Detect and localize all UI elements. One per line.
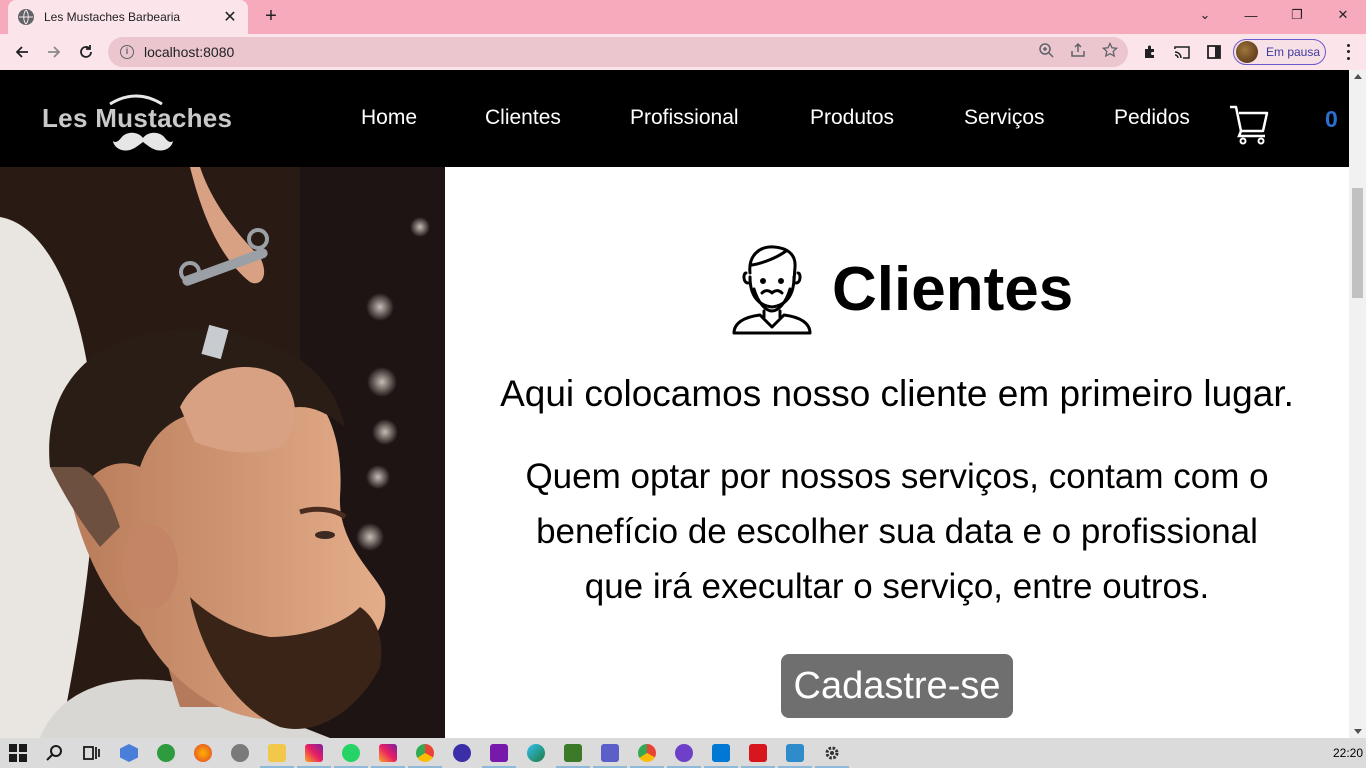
site-logo[interactable]: Les Mustaches xyxy=(42,92,254,158)
browser-tab-bar: Les Mustaches Barbearia ✕ + ⌄ — ❐ ✕ xyxy=(0,0,1366,34)
start-icon[interactable] xyxy=(9,744,27,762)
browser-tab[interactable]: Les Mustaches Barbearia ✕ xyxy=(8,0,248,34)
nav-clientes[interactable]: Clientes xyxy=(485,106,561,130)
reload-button[interactable] xyxy=(74,40,98,64)
whatsapp-icon[interactable] xyxy=(231,744,249,762)
forward-button[interactable] xyxy=(42,40,66,64)
nav-servicos[interactable]: Serviços xyxy=(964,106,1045,130)
tab-close-icon[interactable]: ✕ xyxy=(222,7,238,27)
acrobat-icon[interactable] xyxy=(741,744,775,768)
description-line: benefício de escolher sua data e o profi… xyxy=(536,512,1258,551)
minimize-button[interactable]: — xyxy=(1228,0,1274,30)
firefox-icon[interactable] xyxy=(194,744,212,762)
nav-produtos[interactable]: Produtos xyxy=(810,106,894,130)
extensions-icon[interactable] xyxy=(1140,42,1160,62)
app-icon[interactable] xyxy=(556,744,590,768)
chrome-icon[interactable] xyxy=(630,744,664,768)
nav-home[interactable]: Home xyxy=(361,106,417,130)
settings-icon[interactable] xyxy=(815,744,849,768)
nav-profissional[interactable]: Profissional xyxy=(630,106,739,130)
app-icon[interactable] xyxy=(453,744,471,762)
app-icon[interactable] xyxy=(157,744,175,762)
file-explorer-icon[interactable] xyxy=(260,744,294,768)
browser-toolbar: i localhost:8080 Em pausa xyxy=(0,34,1366,70)
clock: 22:20 xyxy=(1333,746,1364,760)
share-icon[interactable] xyxy=(1069,41,1087,59)
description-line: que irá execultar o serviço, entre outro… xyxy=(584,567,1210,606)
cart-count: 0 xyxy=(1325,106,1338,132)
search-icon[interactable] xyxy=(46,744,64,762)
bookmark-star-icon[interactable] xyxy=(1101,41,1119,59)
page-scrollbar[interactable] xyxy=(1349,70,1366,738)
profile-status: Em pausa xyxy=(1266,45,1321,59)
section-heading: Clientes xyxy=(730,243,1073,335)
whatsapp-icon[interactable] xyxy=(334,744,368,768)
address-bar[interactable]: i localhost:8080 xyxy=(108,37,1128,67)
teams-icon[interactable] xyxy=(593,744,627,768)
scroll-up-icon[interactable] xyxy=(1354,74,1362,79)
tab-search-icon[interactable]: ⌄ xyxy=(1182,0,1228,30)
app-icon[interactable] xyxy=(778,744,812,768)
onenote-icon[interactable] xyxy=(482,744,516,768)
back-button[interactable] xyxy=(10,40,34,64)
shopping-cart-icon[interactable] xyxy=(1228,103,1270,145)
logo-text: Les Mustaches xyxy=(42,103,233,133)
zoom-icon[interactable] xyxy=(1037,41,1055,59)
restore-button[interactable]: ❐ xyxy=(1274,0,1320,30)
github-icon[interactable] xyxy=(667,744,701,768)
tab-title: Les Mustaches Barbearia xyxy=(44,10,181,24)
vscode-icon[interactable] xyxy=(704,744,738,768)
site-info-icon[interactable]: i xyxy=(120,45,134,59)
globe-icon xyxy=(18,9,34,25)
scrollbar-thumb[interactable] xyxy=(1352,188,1363,298)
description-line: Quem optar por nossos serviços, contam c… xyxy=(525,457,1269,496)
clientes-section: Clientes Aqui colocamos nosso cliente em… xyxy=(445,167,1349,738)
edge-icon[interactable] xyxy=(527,744,545,762)
instagram-icon[interactable] xyxy=(297,744,331,768)
intro-text: Aqui colocamos nosso cliente em primeiro… xyxy=(500,373,1294,414)
site-header: Les Mustaches Home Clientes Profissional… xyxy=(0,70,1349,167)
browser-menu-icon[interactable] xyxy=(1340,42,1356,62)
scroll-down-icon[interactable] xyxy=(1354,729,1362,734)
avatar xyxy=(1236,41,1258,63)
page-title: Clientes xyxy=(832,254,1074,324)
side-panel-icon[interactable] xyxy=(1204,42,1224,62)
page-viewport: Les Mustaches Home Clientes Profissional… xyxy=(0,70,1349,738)
close-window-button[interactable]: ✕ xyxy=(1320,0,1366,30)
signup-button[interactable]: Cadastre-se xyxy=(781,654,1013,718)
os-taskbar: 22:20 xyxy=(0,738,1366,768)
chrome-icon[interactable] xyxy=(408,744,442,768)
cast-icon[interactable] xyxy=(1172,42,1192,62)
profile-button[interactable]: Em pausa xyxy=(1233,39,1326,65)
mustache-icon xyxy=(113,132,173,151)
url-text: localhost:8080 xyxy=(144,44,235,60)
description: Quem optar por nossos serviços, contam c… xyxy=(475,449,1319,614)
nav-pedidos[interactable]: Pedidos xyxy=(1114,106,1190,130)
bearded-man-icon xyxy=(732,245,812,335)
instagram-icon[interactable] xyxy=(371,744,405,768)
new-tab-button[interactable]: + xyxy=(260,5,282,27)
app-icon[interactable] xyxy=(120,744,138,762)
task-view-icon[interactable] xyxy=(82,744,100,762)
barber-photo xyxy=(0,167,445,738)
